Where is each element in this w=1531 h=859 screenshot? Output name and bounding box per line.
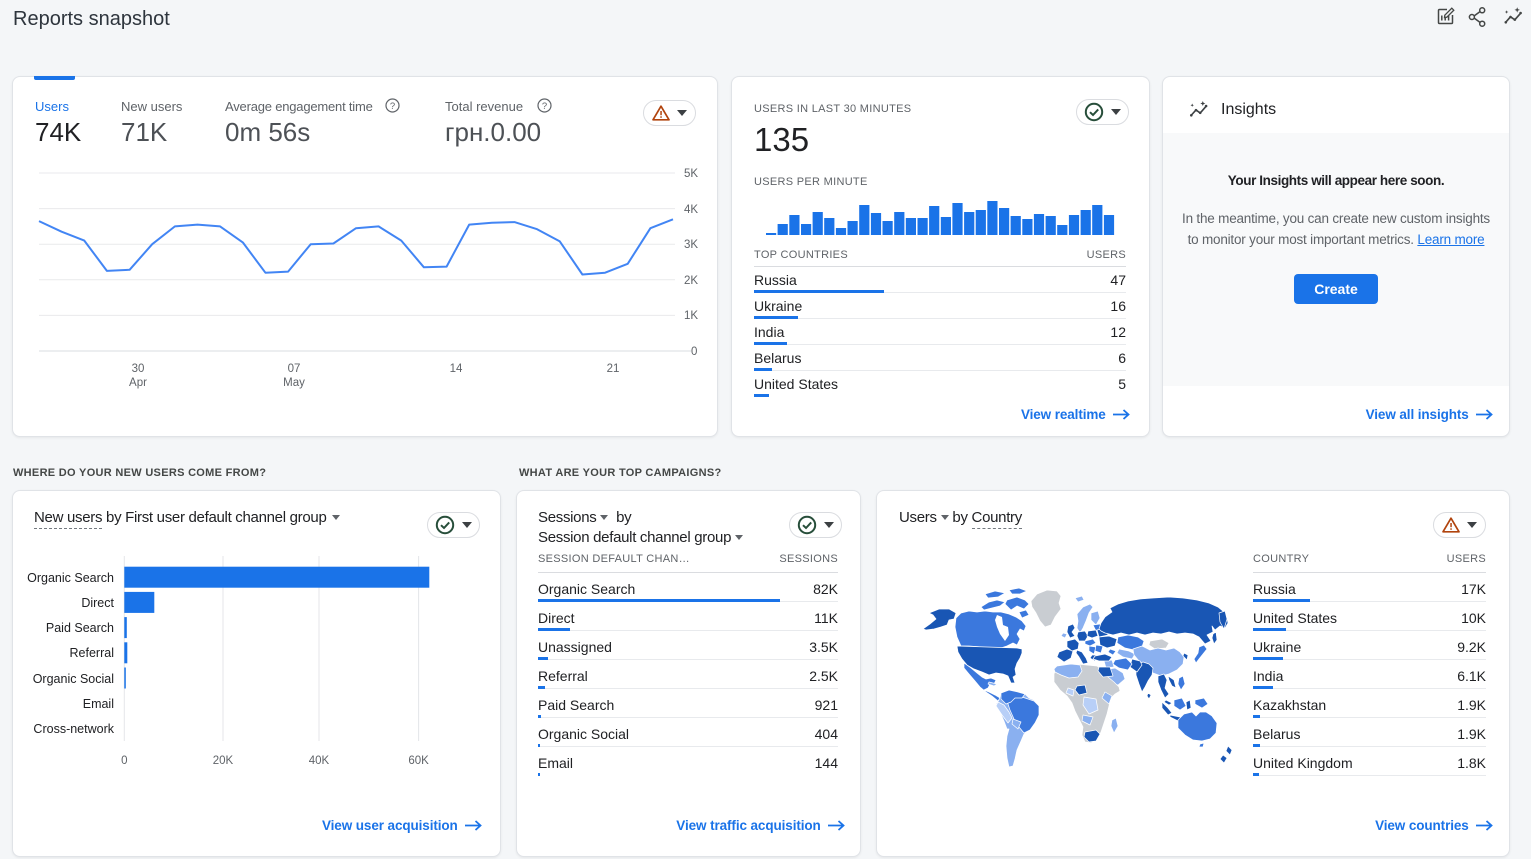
svg-text:07: 07 [288, 363, 301, 375]
svg-text:30: 30 [132, 363, 145, 375]
svg-text:Organic Social: Organic Social [33, 672, 114, 686]
svg-text:20K: 20K [213, 755, 234, 767]
svg-text:0: 0 [691, 346, 697, 358]
svg-text:Cross-network: Cross-network [33, 722, 114, 736]
svg-text:3K: 3K [684, 239, 698, 251]
svg-text:60K: 60K [408, 755, 429, 767]
svg-text:Organic Search: Organic Search [27, 571, 114, 585]
svg-text:?: ? [542, 101, 547, 112]
svg-text:Direct: Direct [81, 596, 114, 610]
svg-text:2K: 2K [684, 275, 698, 287]
svg-text:Paid Search: Paid Search [46, 621, 114, 635]
svg-text:1K: 1K [684, 310, 698, 322]
svg-text:?: ? [390, 101, 395, 112]
svg-text:Email: Email [83, 697, 114, 711]
svg-text:14: 14 [450, 363, 463, 375]
svg-text:21: 21 [607, 363, 620, 375]
svg-text:Referral: Referral [70, 646, 114, 660]
svg-text:5K: 5K [684, 168, 698, 180]
svg-text:0: 0 [121, 755, 127, 767]
svg-text:Apr: Apr [129, 377, 147, 389]
svg-text:May: May [283, 377, 305, 389]
svg-text:40K: 40K [309, 755, 330, 767]
svg-text:4K: 4K [684, 204, 698, 216]
